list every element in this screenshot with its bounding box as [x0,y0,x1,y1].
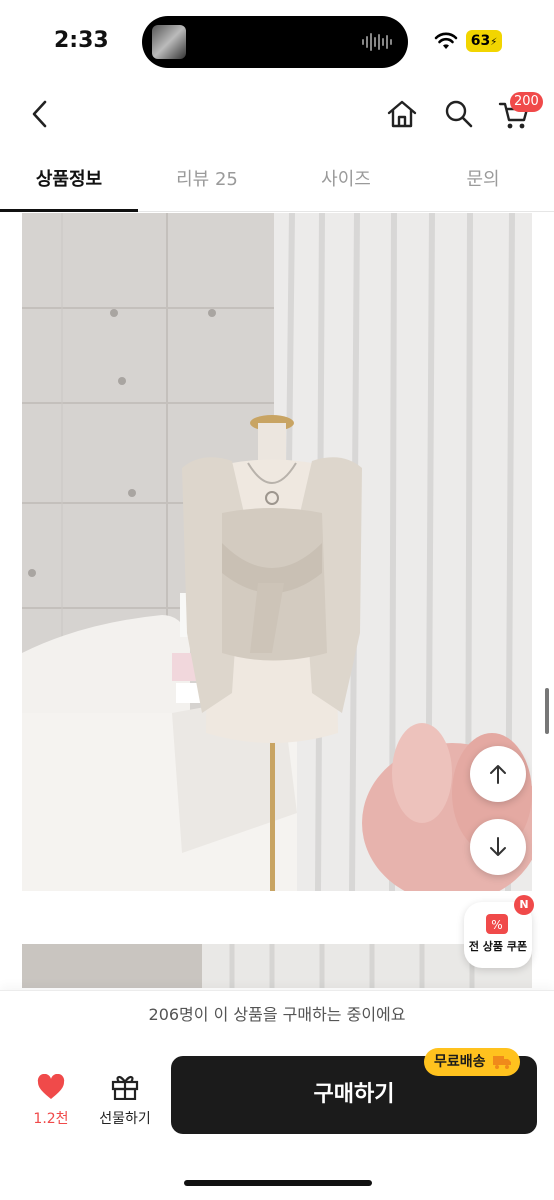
bottom-action-bar: 1.2천 선물하기 구매하기 무료배송 [0,1038,554,1200]
arrow-down-icon [490,837,506,856]
scroll-down-button[interactable] [470,819,526,875]
product-photo [22,213,532,891]
truck-icon [492,1056,511,1069]
status-bar: 2:33 63⚡ [0,0,554,84]
svg-text:%: % [491,918,502,932]
heart-icon [37,1073,65,1099]
coupon-label: 전 상품 쿠폰 [468,940,528,953]
search-icon[interactable] [443,98,475,130]
scrollbar[interactable] [545,688,549,734]
home-icon[interactable] [385,98,419,130]
coupon-icon: % [486,914,508,934]
buying-now-banner: 206명이 이 상품을 구매하는 중이에요 [0,990,554,1038]
back-arrow-icon[interactable] [26,98,54,130]
tab-product-info[interactable]: 상품정보 [0,150,138,212]
tab-reviews[interactable]: 리뷰 25 [138,150,276,212]
battery-level: 63 [470,33,491,49]
gift-icon [111,1076,139,1101]
gift-label: 선물하기 [99,1111,151,1127]
arrow-up-icon [490,765,506,784]
app-header: 200 [0,84,554,148]
tab-size[interactable]: 사이즈 [277,150,415,212]
product-tabs: 상품정보 리뷰 25 사이즈 문의 [0,150,554,212]
home-indicator[interactable] [184,1180,372,1186]
product-photo-next [22,944,532,988]
now-playing-thumbnail [152,25,186,59]
wifi-icon [434,32,458,49]
scroll-up-button[interactable] [470,746,526,802]
like-count: 1.2천 [33,1111,69,1127]
free-shipping-label: 무료배송 [434,1054,486,1070]
gift-button[interactable]: 선물하기 [92,1072,158,1128]
cart-count-badge: 200 [510,92,543,112]
like-button[interactable]: 1.2천 [26,1073,76,1128]
audio-wave-icon [362,32,394,52]
battery-indicator: 63⚡ [466,30,502,52]
coupon-new-badge: N [514,895,534,915]
dynamic-island [142,16,408,68]
status-time: 2:33 [54,28,109,53]
tab-inquiry[interactable]: 문의 [414,150,552,212]
free-shipping-badge: 무료배송 [424,1048,520,1076]
